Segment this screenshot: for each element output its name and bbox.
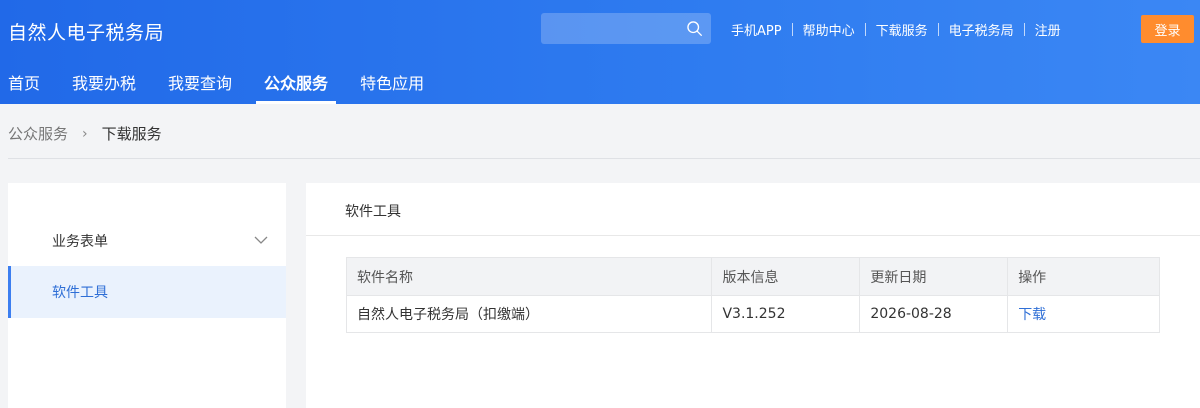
column-header-version: 版本信息 — [711, 257, 861, 296]
sidebar-item-label: 软件工具 — [52, 285, 108, 301]
content-panel: 软件工具 软件名称 版本信息 更新日期 操作 自然人电子税务局（扣缴端） V3.… — [306, 183, 1200, 408]
column-header-name: 软件名称 — [345, 257, 713, 296]
tab-query[interactable]: 我要查询 — [160, 68, 240, 104]
breadcrumb-item-public-service[interactable]: 公众服务 — [8, 123, 68, 144]
link-help-center[interactable]: 帮助中心 — [793, 20, 865, 39]
link-download-service[interactable]: 下载服务 — [866, 20, 938, 39]
sidebar-item-software-tools[interactable]: 软件工具 — [8, 266, 286, 318]
software-table: 软件名称 版本信息 更新日期 操作 自然人电子税务局（扣缴端） V3.1.252… — [345, 257, 1160, 333]
site-brand[interactable]: 自然人电子税务局 — [8, 18, 164, 45]
tab-home[interactable]: 首页 — [0, 68, 48, 104]
table-header-row: 软件名称 版本信息 更新日期 操作 — [345, 257, 1160, 296]
link-etax-bureau[interactable]: 电子税务局 — [939, 20, 1024, 39]
tab-public-service[interactable]: 公众服务 — [256, 68, 337, 104]
tab-tax-handling[interactable]: 我要办税 — [64, 68, 144, 104]
sidebar-item-business-forms[interactable]: 业务表单 — [8, 215, 286, 267]
breadcrumb-divider — [8, 158, 1200, 159]
search-icon[interactable] — [686, 20, 703, 37]
chevron-down-icon[interactable] — [254, 235, 268, 245]
search-box[interactable] — [541, 13, 711, 44]
top-links: 手机APP 帮助中心 下载服务 电子税务局 注册 — [721, 20, 1071, 39]
cell-update-date: 2026-08-28 — [859, 295, 1009, 333]
sidebar: 业务表单 软件工具 — [8, 183, 286, 408]
main-nav: 首页 我要办税 我要查询 公众服务 特色应用 — [0, 68, 440, 104]
download-link[interactable]: 下载 — [1007, 295, 1160, 333]
breadcrumb-item-download-service: 下载服务 — [101, 125, 162, 143]
title-divider — [306, 235, 1200, 236]
tab-featured-apps[interactable]: 特色应用 — [352, 68, 432, 104]
column-header-date: 更新日期 — [859, 257, 1009, 296]
chevron-right-icon: › — [82, 125, 88, 142]
page-title: 软件工具 — [345, 204, 401, 220]
table-row: 自然人电子税务局（扣缴端） V3.1.252 2026-08-28 下载 — [345, 295, 1160, 333]
sidebar-item-label: 业务表单 — [52, 234, 108, 250]
login-button[interactable]: 登录 — [1141, 15, 1194, 43]
breadcrumb: 公众服务 › 下载服务 — [8, 123, 162, 144]
cell-version: V3.1.252 — [711, 295, 861, 333]
site-header: 自然人电子税务局 手机APP 帮助中心 下载服务 电子税务局 注册 登录 首页 … — [0, 0, 1200, 104]
link-register[interactable]: 注册 — [1025, 20, 1071, 39]
column-header-action: 操作 — [1007, 257, 1160, 296]
link-mobile-app[interactable]: 手机APP — [721, 20, 792, 39]
cell-software-name: 自然人电子税务局（扣缴端） — [345, 295, 713, 333]
